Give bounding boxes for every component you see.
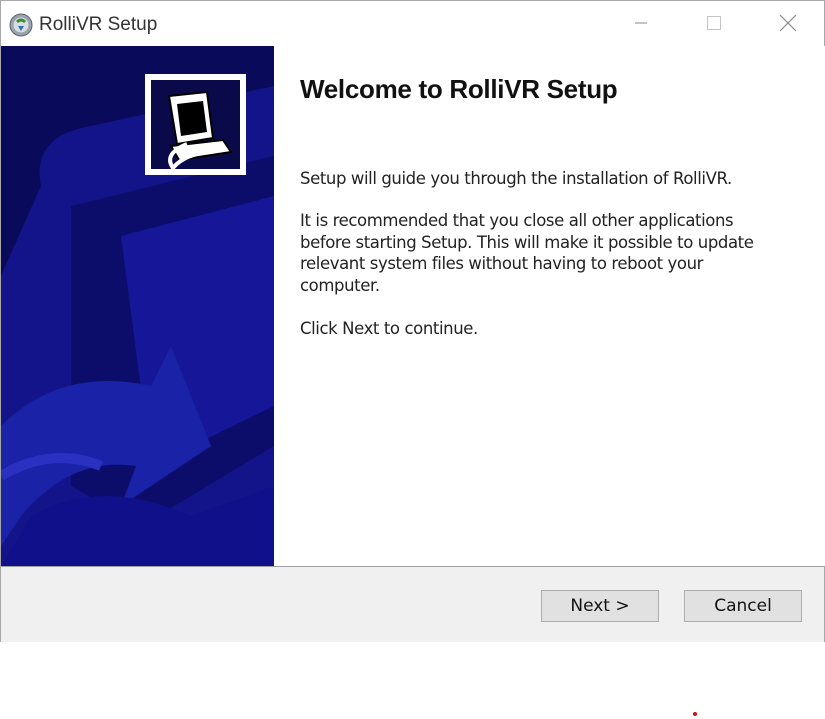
intro-text: Setup will guide you through the install… (300, 169, 732, 188)
cursor-dot (693, 712, 697, 716)
maximize-icon (707, 16, 721, 30)
title-bar[interactable]: RolliVR Setup (1, 1, 824, 45)
close-icon (779, 14, 797, 32)
page-title: Welcome to RolliVR Setup (300, 74, 618, 104)
cancel-button[interactable]: Cancel (684, 590, 802, 622)
button-bar: Next > Cancel (1, 567, 824, 642)
welcome-content: Welcome to RolliVR Setup Setup will guid… (274, 46, 825, 566)
window-title: RolliVR Setup (39, 14, 158, 35)
minimize-button[interactable] (618, 5, 664, 41)
close-button[interactable] (765, 5, 811, 41)
installer-banner-artwork (1, 46, 274, 566)
installer-window: RolliVR Setup Welcome to RolliVR Setup S… (0, 0, 825, 642)
recommendation-text: It is recommended that you close all oth… (300, 211, 754, 295)
maximize-button[interactable] (691, 5, 737, 41)
installer-app-icon (9, 13, 33, 37)
next-button[interactable]: Next > (541, 590, 659, 622)
minimize-icon (635, 22, 647, 24)
continue-instruction: Click Next to continue. (300, 319, 478, 338)
welcome-side-banner (1, 46, 274, 566)
